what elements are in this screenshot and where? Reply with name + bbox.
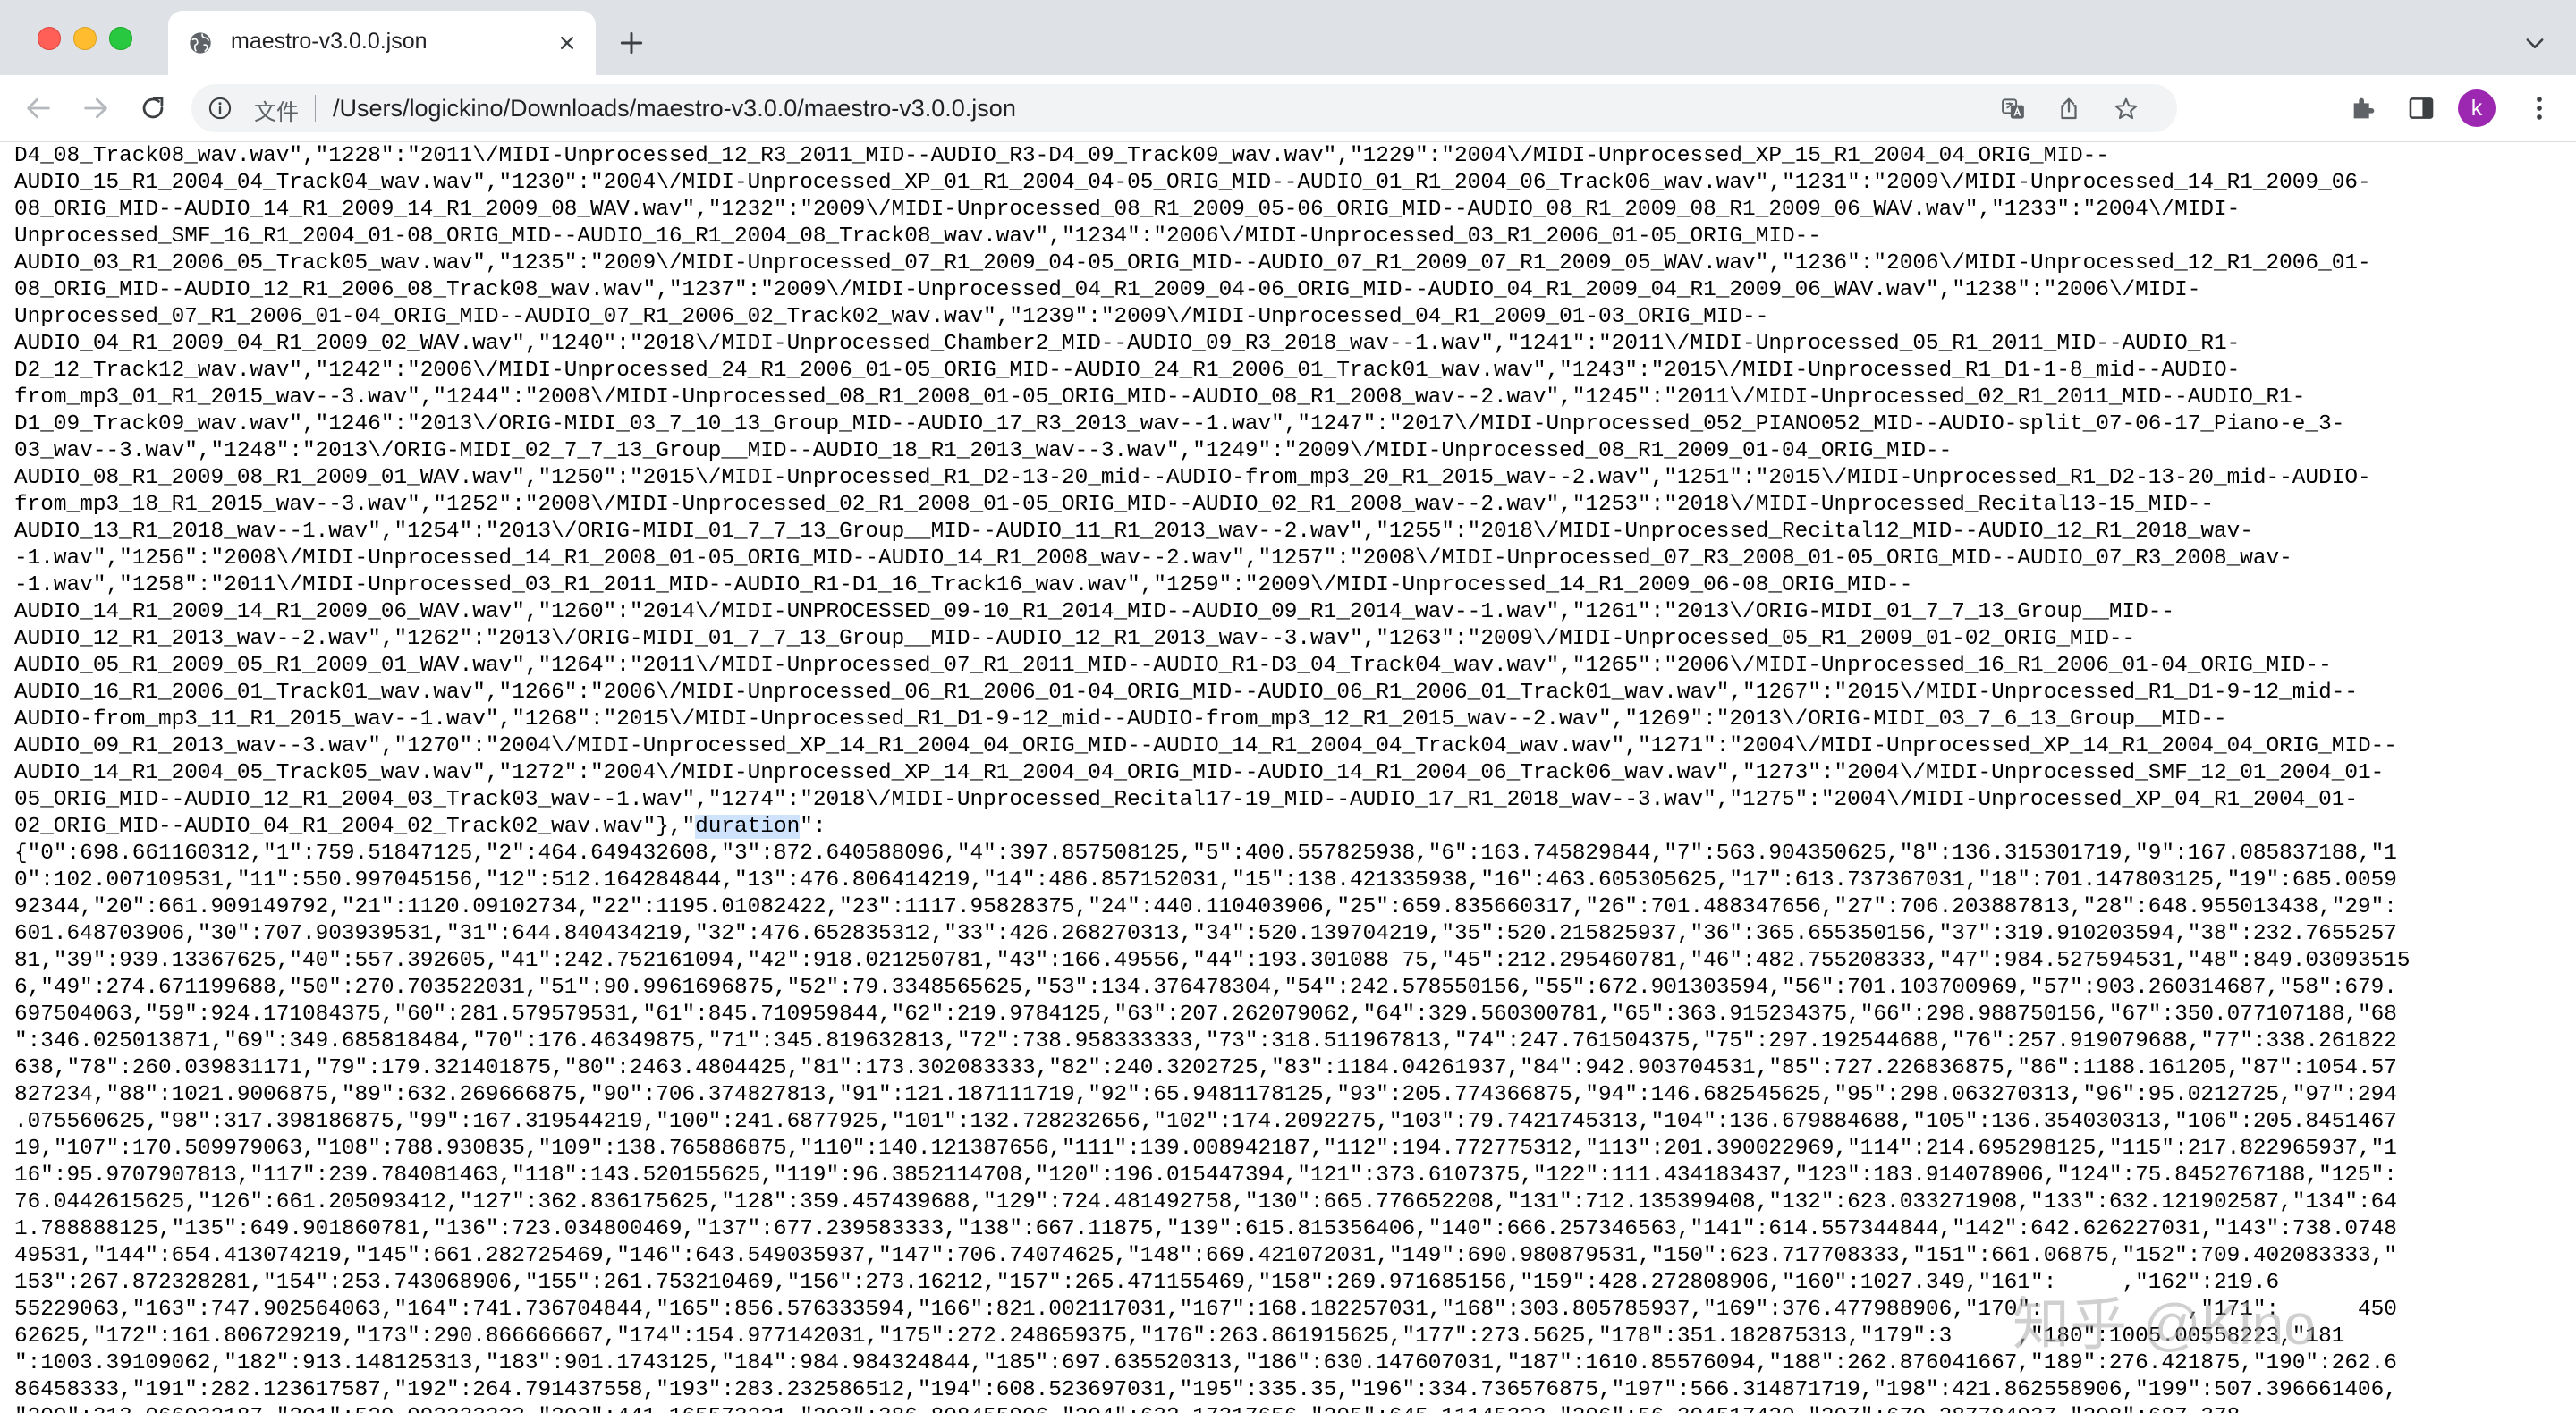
window-minimize-button[interactable] xyxy=(73,27,97,50)
more-menu-icon[interactable] xyxy=(2524,93,2555,123)
tab-close-icon[interactable] xyxy=(555,30,580,55)
translate-icon[interactable] xyxy=(2000,96,2027,123)
share-icon[interactable] xyxy=(2055,96,2082,123)
tab-search-chevron-down-icon[interactable] xyxy=(2522,30,2547,55)
window-close-button[interactable] xyxy=(38,27,61,50)
window-zoom-button[interactable] xyxy=(109,27,132,50)
address-bar[interactable]: 文件 /Users/logickino/Downloads/maestro-v3… xyxy=(191,84,2177,132)
reload-icon[interactable] xyxy=(138,93,168,123)
json-lines-before: D4_08_Track08_wav.wav","1228":"2011\/MID… xyxy=(14,144,2397,839)
side-panel-icon[interactable] xyxy=(2406,93,2436,123)
back-arrow-icon[interactable] xyxy=(23,93,54,123)
profile-avatar[interactable]: k xyxy=(2458,89,2496,127)
browser-toolbar: 文件 /Users/logickino/Downloads/maestro-v3… xyxy=(0,75,2576,142)
scheme-label: 文件 xyxy=(254,100,300,125)
extensions-puzzle-icon[interactable] xyxy=(2349,93,2379,123)
json-key-suffix: ": xyxy=(800,815,826,839)
site-info-icon[interactable] xyxy=(208,96,233,121)
json-viewer[interactable]: D4_08_Track08_wav.wav","1228":"2011\/MID… xyxy=(0,143,2576,1413)
tab-title: maestro-v3.0.0.json xyxy=(231,29,428,54)
forward-arrow-icon[interactable] xyxy=(80,93,111,123)
tab-strip: maestro-v3.0.0.json xyxy=(0,0,2576,75)
browser-tab-active[interactable]: maestro-v3.0.0.json xyxy=(168,11,596,75)
new-tab-icon[interactable] xyxy=(617,29,646,57)
url-text[interactable]: /Users/logickino/Downloads/maestro-v3.0.… xyxy=(333,95,1016,123)
globe-icon xyxy=(188,30,213,55)
json-raw-text: D4_08_Track08_wav.wav","1228":"2011\/MID… xyxy=(0,143,2576,1413)
search-highlight: duration xyxy=(695,815,801,839)
omnibox-divider xyxy=(315,95,316,122)
json-lines-after: {"0":698.661160312,"1":759.51847125,"2":… xyxy=(14,842,2411,1413)
bookmark-star-icon[interactable] xyxy=(2113,96,2140,123)
